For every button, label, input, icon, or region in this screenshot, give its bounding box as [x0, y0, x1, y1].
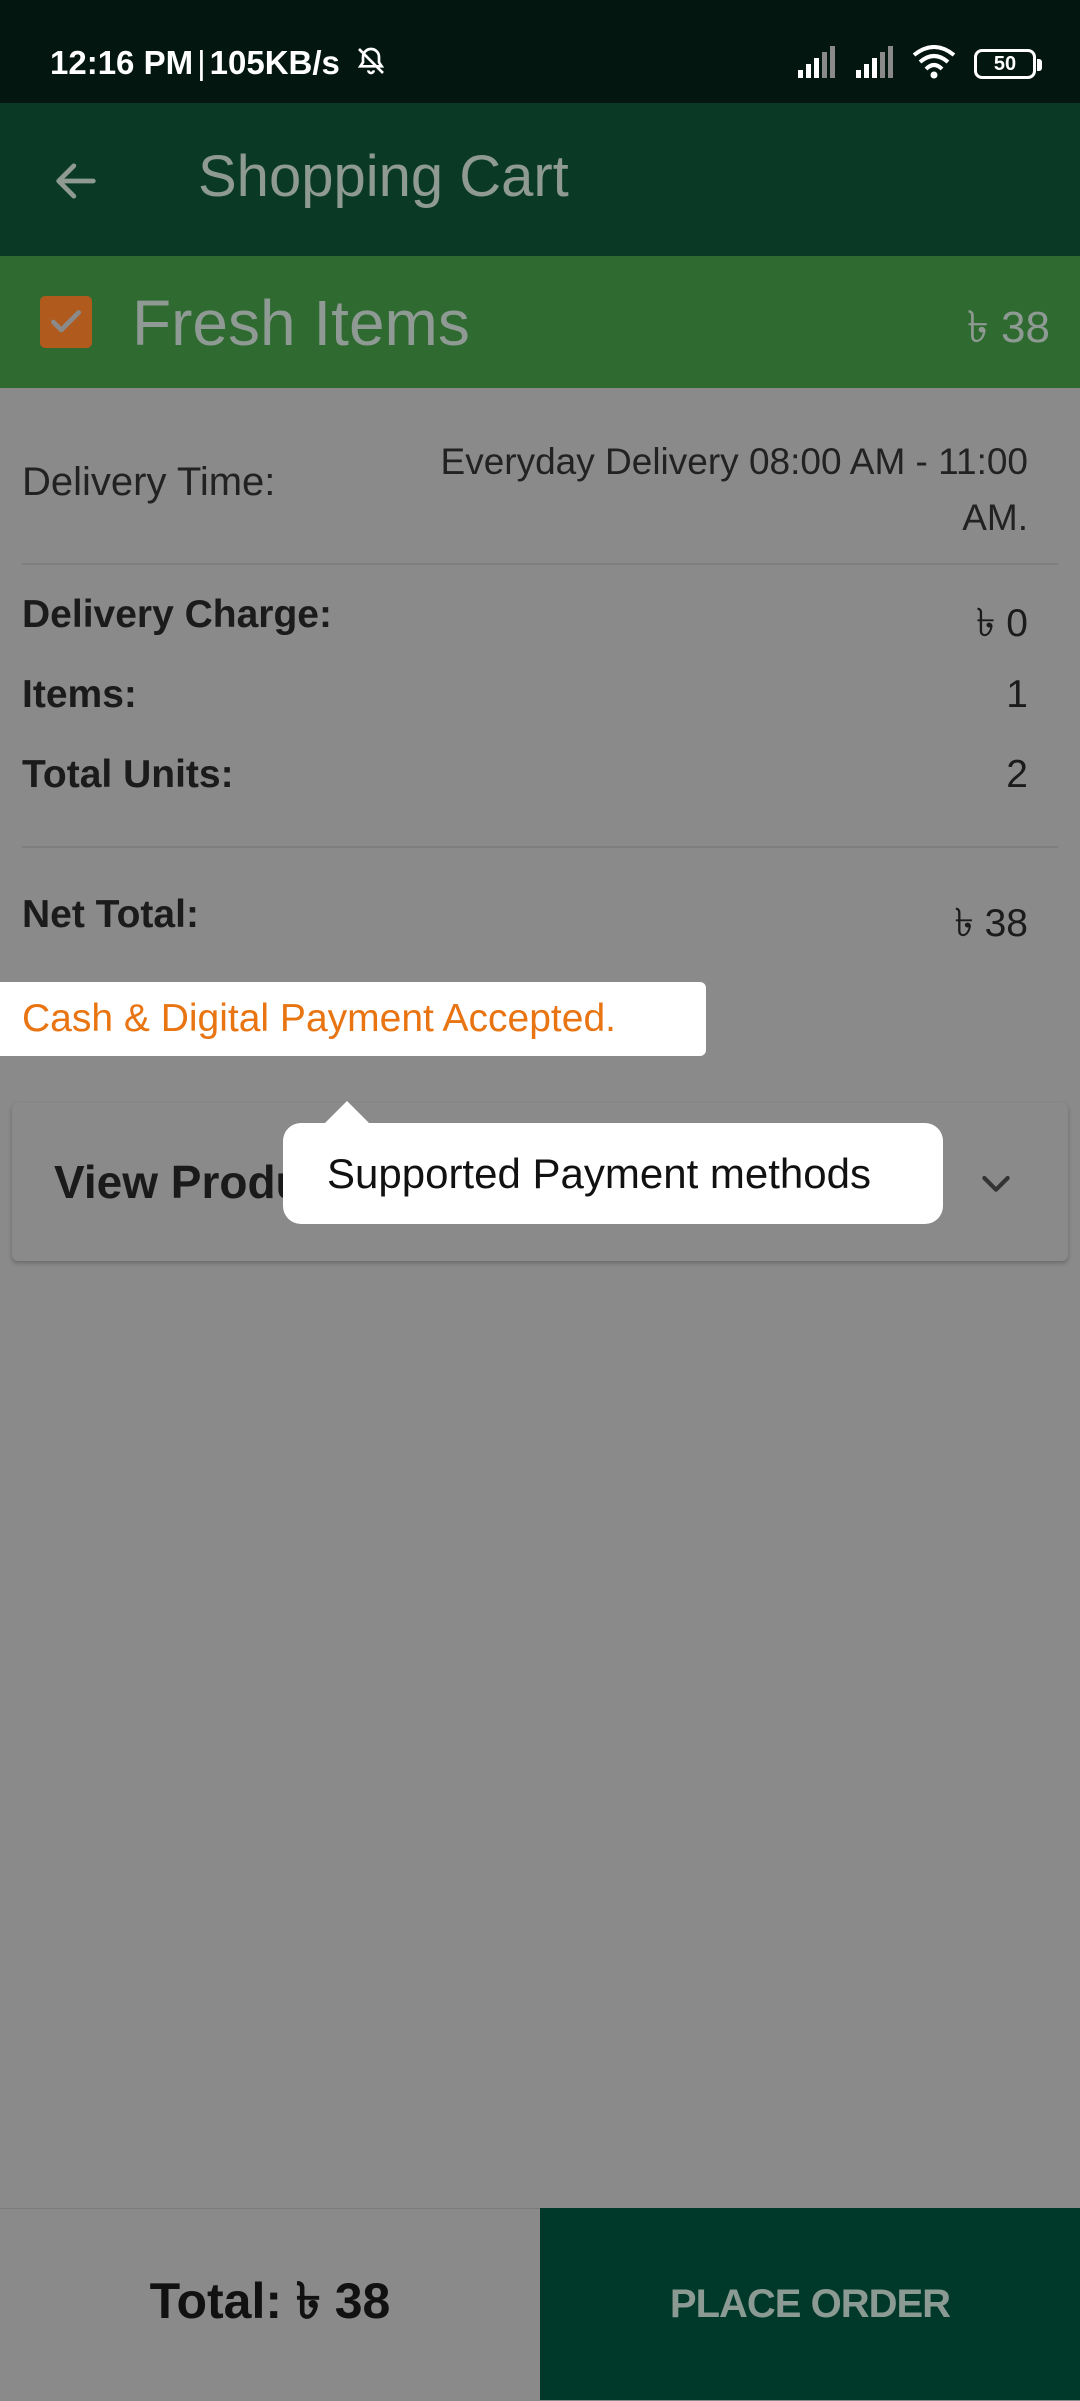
total-units-label: Total Units: [22, 753, 234, 796]
status-icons: 50 [796, 44, 1042, 84]
delivery-time-label: Delivery Time: [22, 460, 276, 504]
check-icon [50, 310, 82, 333]
delivery-charge-value: ৳ 0 [976, 602, 1028, 645]
category-amount: ৳ 38 [966, 303, 1050, 352]
place-order-label: PLACE ORDER [669, 2281, 951, 2326]
battery-icon: 50 [974, 49, 1042, 79]
status-time: 12:16 PM [50, 44, 194, 81]
payment-accepted-banner[interactable]: Cash & Digital Payment Accepted. [0, 982, 706, 1056]
divider [22, 563, 1058, 565]
app-bar: Shopping Cart [0, 103, 1080, 256]
signal-icon [796, 45, 836, 83]
delivery-charge-label: Delivery Charge: [22, 593, 332, 636]
page-title: Shopping Cart [198, 144, 569, 209]
bottom-bar: Total: ৳ 38 PLACE ORDER [0, 2208, 1080, 2401]
back-button[interactable] [44, 149, 108, 213]
wifi-icon [912, 44, 956, 84]
items-value: 1 [1006, 673, 1028, 716]
category-label: Fresh Items [132, 287, 470, 359]
net-total-label: Net Total: [22, 893, 199, 936]
status-time-group: 12:16 PM | 105KB/s [50, 44, 387, 85]
view-products-label: View Produ [54, 1156, 304, 1208]
divider [22, 846, 1058, 848]
signal-icon-2 [854, 45, 894, 83]
network-speed: 105KB/s [209, 44, 340, 81]
net-total-value: ৳ 38 [954, 902, 1028, 945]
total-box: Total: ৳ 38 [0, 2208, 540, 2401]
category-header: Fresh Items ৳ 38 [0, 256, 1080, 388]
arrow-left-icon [56, 163, 96, 199]
delivery-time-value: Everyday Delivery 08:00 AM - 11:00 AM. [440, 441, 1028, 538]
total-amount: Total: ৳ 38 [149, 2272, 391, 2329]
payment-methods-tooltip: Supported Payment methods [283, 1101, 943, 1224]
total-units-value: 2 [1006, 753, 1028, 796]
status-bar: 12:16 PM | 105KB/s 50 [0, 0, 1080, 103]
place-order-button[interactable]: PLACE ORDER [540, 2208, 1080, 2400]
payment-accepted-text: Cash & Digital Payment Accepted. [22, 997, 616, 1040]
category-checkbox[interactable] [40, 296, 92, 348]
notifications-off-icon [355, 45, 387, 85]
items-label: Items: [22, 673, 137, 716]
tooltip-text: Supported Payment methods [327, 1149, 871, 1197]
chevron-down-icon[interactable] [976, 1163, 1016, 1203]
battery-level: 50 [993, 52, 1017, 75]
